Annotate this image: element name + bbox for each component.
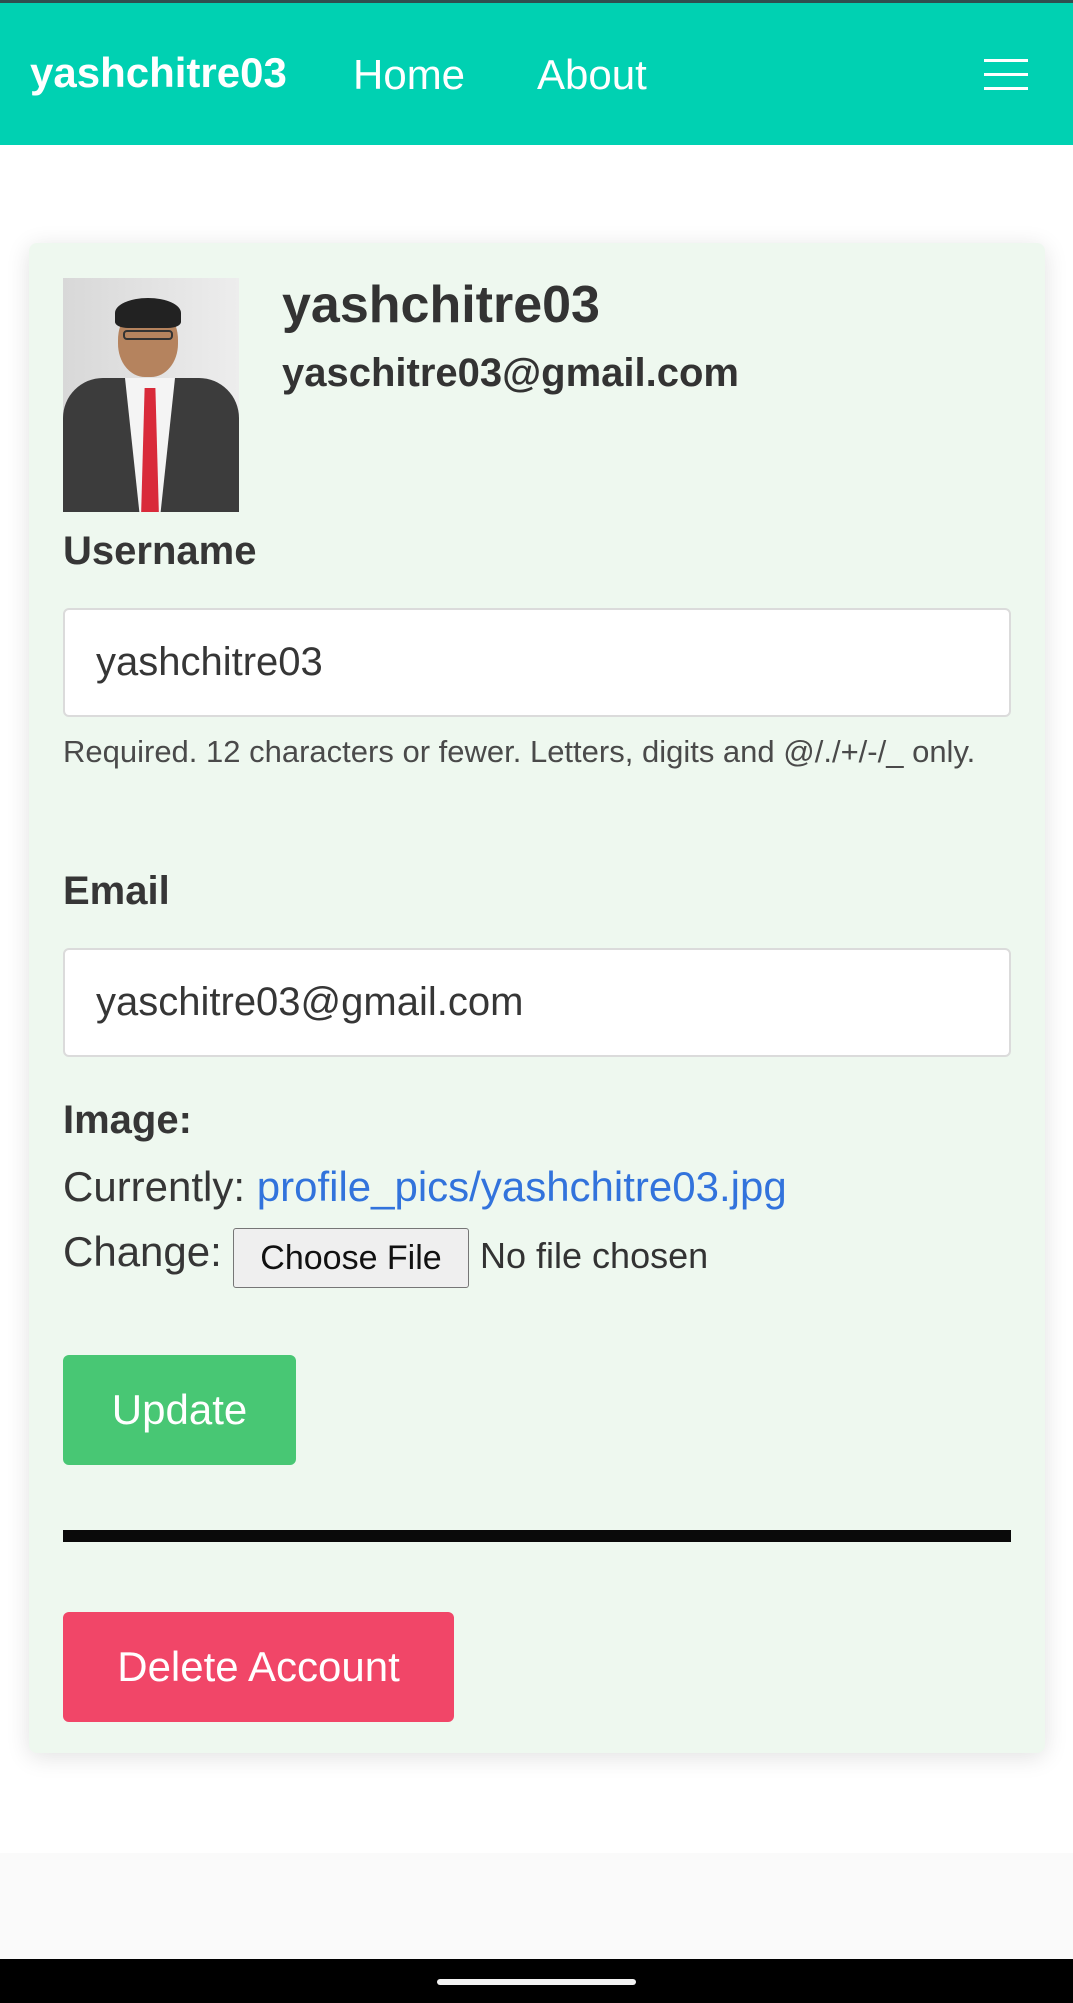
email-input[interactable] [63, 948, 1011, 1057]
avatar-hair [115, 298, 181, 328]
file-status-text: No file chosen [480, 1235, 709, 1276]
delete-account-button[interactable]: Delete Account [63, 1612, 454, 1722]
brand-link[interactable]: yashchitre03 [30, 49, 287, 97]
home-indicator[interactable] [437, 1979, 636, 1985]
email-label: Email [63, 869, 170, 913]
burger-line [984, 73, 1028, 76]
current-image-row: Currently: profile_pics/yashchitre03.jpg [63, 1163, 787, 1211]
footer [0, 1853, 1073, 1959]
hamburger-menu-icon[interactable] [984, 59, 1028, 93]
avatar-glasses [123, 330, 173, 340]
profile-name: yashchitre03 [282, 276, 600, 334]
current-image-link[interactable]: profile_pics/yashchitre03.jpg [257, 1163, 787, 1210]
avatar [63, 278, 239, 512]
username-help-text: Required. 12 characters or fewer. Letter… [63, 734, 976, 769]
image-label: Image: [63, 1098, 192, 1142]
burger-line [984, 87, 1028, 90]
username-input[interactable] [63, 608, 1011, 717]
profile-card: yashchitre03 yaschitre03@gmail.com Usern… [29, 243, 1045, 1753]
update-button[interactable]: Update [63, 1355, 296, 1465]
profile-email: yaschitre03@gmail.com [282, 351, 739, 395]
burger-line [984, 59, 1028, 62]
divider [63, 1530, 1011, 1542]
nav-about-link[interactable]: About [537, 51, 647, 99]
nav-home-link[interactable]: Home [353, 51, 465, 99]
currently-label: Currently: [63, 1163, 246, 1210]
choose-file-button[interactable]: Choose File [233, 1228, 469, 1288]
system-navigation-bar [0, 1959, 1073, 2003]
change-image-label: Change: [63, 1228, 222, 1275]
username-label: Username [63, 529, 257, 573]
navbar: yashchitre03 Home About [0, 3, 1073, 145]
